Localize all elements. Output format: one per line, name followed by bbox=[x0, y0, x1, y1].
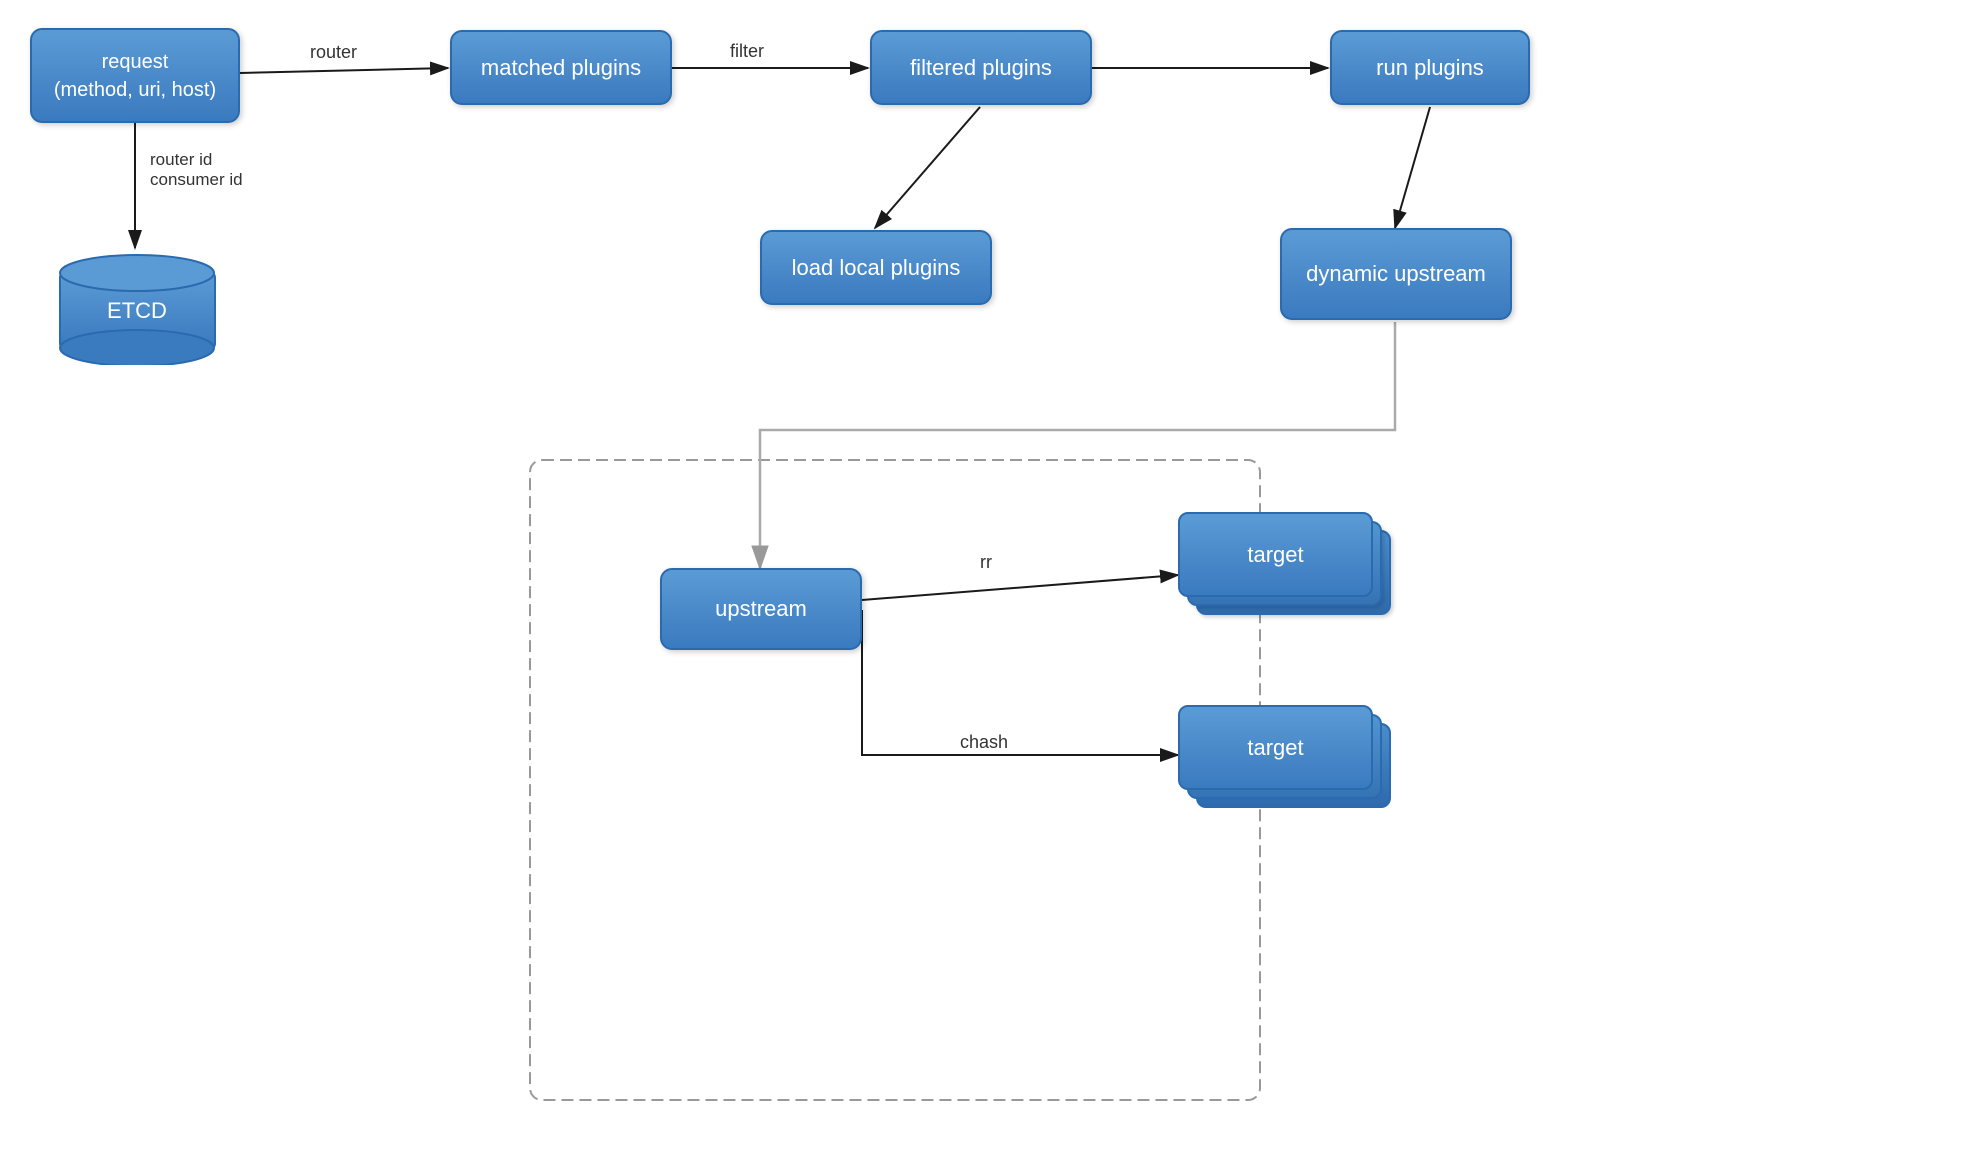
node-target1: target bbox=[1178, 512, 1398, 622]
node-load-local-plugins-label: load local plugins bbox=[792, 255, 961, 281]
node-matched-plugins-label: matched plugins bbox=[481, 55, 641, 81]
node-filtered-plugins-label: filtered plugins bbox=[910, 55, 1052, 81]
node-matched-plugins: matched plugins bbox=[450, 30, 672, 105]
svg-text:router: router bbox=[310, 42, 357, 62]
node-target2-label: target bbox=[1247, 735, 1303, 761]
node-upstream: upstream bbox=[660, 568, 862, 650]
node-run-plugins-label: run plugins bbox=[1376, 55, 1484, 81]
node-dynamic-upstream: dynamic upstream bbox=[1280, 228, 1512, 320]
svg-text:chash: chash bbox=[960, 732, 1008, 752]
diagram-container: router filter router id consumer id rr c… bbox=[0, 0, 1968, 1156]
diagram-svg: router filter router id consumer id rr c… bbox=[0, 0, 1968, 1156]
etcd-cylinder-svg: ETCD bbox=[55, 245, 220, 365]
node-load-local-plugins: load local plugins bbox=[760, 230, 992, 305]
node-request-label: request(method, uri, host) bbox=[54, 48, 216, 104]
node-target2: target bbox=[1178, 705, 1398, 815]
svg-text:ETCD: ETCD bbox=[107, 298, 167, 323]
node-target1-label: target bbox=[1247, 542, 1303, 568]
node-filtered-plugins: filtered plugins bbox=[870, 30, 1092, 105]
node-etcd: ETCD bbox=[55, 245, 220, 365]
node-dynamic-upstream-label: dynamic upstream bbox=[1306, 261, 1486, 287]
svg-text:consumer id: consumer id bbox=[150, 170, 243, 189]
svg-text:router id: router id bbox=[150, 150, 212, 169]
node-request: request(method, uri, host) bbox=[30, 28, 240, 123]
svg-text:rr: rr bbox=[980, 552, 992, 572]
node-run-plugins: run plugins bbox=[1330, 30, 1530, 105]
node-upstream-label: upstream bbox=[715, 596, 807, 622]
svg-text:filter: filter bbox=[730, 41, 764, 61]
